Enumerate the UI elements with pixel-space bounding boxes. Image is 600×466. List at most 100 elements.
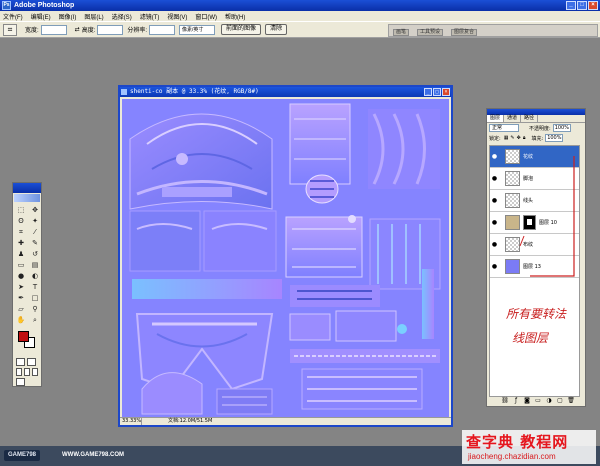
gradient-tool-icon[interactable]: ▤ [29, 260, 41, 270]
crop-tool-icon[interactable]: ⌗ [15, 227, 27, 237]
fill-field[interactable]: 100% [545, 134, 564, 142]
color-picker [15, 331, 39, 353]
watermark-title: 查字典 教程网 [466, 433, 569, 451]
annotation-line-1: 所有要转法 [506, 307, 567, 321]
maximize-icon[interactable]: □ [577, 1, 587, 10]
quickmask-mode-icon[interactable] [27, 358, 36, 366]
tab-layers[interactable]: 图层 [487, 115, 505, 122]
link-layers-icon[interactable]: ⛓ [501, 397, 509, 405]
annotation-line-2: 线图层 [512, 331, 549, 345]
well-tab-brushes[interactable]: 画笔 [393, 29, 410, 36]
type-tool-icon[interactable]: T [29, 282, 41, 292]
site-url: WWW.GAME798.COM [62, 452, 125, 458]
clear-button[interactable]: 清除 [265, 24, 288, 35]
handwritten-annotation: 所有要转法 线图层 [506, 156, 575, 345]
menu-window[interactable]: 窗口(W) [195, 12, 217, 21]
normal-map-image [122, 99, 449, 420]
document-status-bar: 33.33% 文档:12.0M/51.5M [120, 417, 451, 425]
lock-all-icon[interactable]: 🔒︎ [523, 135, 526, 141]
blend-mode-select[interactable]: 正常 [489, 124, 519, 132]
layer-list: ● 花纹 ● 脚泡 ● 线头 ● 图层 10 ● 布纹 ● 图层 13 所有要转… [489, 145, 580, 397]
screen-mode-full-menu-icon[interactable] [24, 368, 30, 376]
layers-palette: 图层 通道 路径 正常 不透明度: 100% 锁定: ▦ ✎ ✥ 🔒︎ 填充: … [486, 108, 586, 407]
toolbox-titlebar[interactable] [13, 183, 41, 193]
doc-maximize-icon[interactable]: □ [433, 88, 441, 96]
height-label: 高度: [81, 28, 96, 34]
jump-to-imageready-icon[interactable] [16, 378, 25, 386]
opacity-field[interactable]: 100% [552, 124, 571, 132]
fill-label: 填充: [531, 135, 544, 142]
height-field[interactable] [97, 24, 124, 35]
tab-paths[interactable]: 路径 [521, 115, 539, 122]
document-icon [121, 89, 127, 95]
foreground-color-swatch[interactable] [18, 331, 29, 342]
minimize-icon[interactable]: _ [566, 1, 576, 10]
marquee-tool-icon[interactable]: ⬚ [15, 205, 27, 215]
lasso-tool-icon[interactable]: ʘ [15, 216, 27, 226]
add-mask-icon[interactable]: ◙ [523, 397, 531, 405]
zoom-tool-icon[interactable]: ⌕ [29, 315, 41, 325]
tab-channels[interactable]: 通道 [504, 115, 522, 122]
pen-tool-icon[interactable]: ✒ [15, 293, 27, 303]
blur-tool-icon[interactable]: ● [15, 271, 27, 281]
quickmask-modes [13, 357, 41, 367]
app-title: Adobe Photoshop [14, 2, 75, 9]
doc-minimize-icon[interactable]: _ [424, 88, 432, 96]
swap-icon[interactable]: ⇄ [75, 26, 80, 33]
path-select-icon[interactable]: ➤ [15, 282, 27, 292]
width-field[interactable] [40, 24, 67, 35]
image-canvas[interactable] [122, 99, 449, 420]
move-tool-icon[interactable]: ✥ [29, 205, 41, 215]
menu-file[interactable]: 文件(F) [3, 12, 23, 21]
shape-tool-icon[interactable]: □ [29, 293, 41, 303]
menu-help[interactable]: 帮助(H) [225, 12, 245, 21]
menu-layer[interactable]: 图层(L) [84, 12, 103, 21]
screen-mode-full-icon[interactable] [32, 368, 38, 376]
menu-view[interactable]: 视图(V) [167, 12, 187, 21]
menu-select[interactable]: 选择(S) [112, 12, 132, 21]
dodge-tool-icon[interactable]: ◐ [29, 271, 41, 281]
brush-tool-icon[interactable]: ✎ [29, 238, 41, 248]
magic-wand-tool-icon[interactable]: ✦ [29, 216, 41, 226]
crop-tool-icon[interactable]: ⌗ [3, 23, 17, 36]
document-window-controls: _ □ × [424, 88, 450, 96]
toolbox-logo[interactable] [14, 194, 40, 202]
document-title-bar[interactable]: shenti-co 副本 @ 33.3% (花纹, RGB/8#) _ □ × [120, 87, 451, 97]
layer-style-icon[interactable]: ƒ [512, 397, 520, 405]
close-icon[interactable]: × [588, 1, 598, 10]
menu-filter[interactable]: 滤镜(T) [140, 12, 160, 21]
menu-edit[interactable]: 编辑(E) [31, 12, 51, 21]
doc-close-icon[interactable]: × [442, 88, 450, 96]
screen-mode-standard-icon[interactable] [16, 368, 22, 376]
new-layer-icon[interactable]: ▢ [556, 397, 564, 405]
eyedropper-tool-icon[interactable]: ⚲ [29, 304, 41, 314]
new-set-icon[interactable]: ▭ [534, 397, 542, 405]
notes-tool-icon[interactable]: ▱ [15, 304, 27, 314]
menu-image[interactable]: 图像(I) [59, 12, 77, 21]
menu-bar: 文件(F) 编辑(E) 图像(I) 图层(L) 选择(S) 滤镜(T) 视图(V… [0, 11, 600, 21]
stamp-tool-icon[interactable]: ♟ [15, 249, 27, 259]
width-label: 宽度: [25, 28, 39, 34]
history-brush-icon[interactable]: ↺ [29, 249, 41, 259]
resolution-label: 分辨率: [127, 28, 148, 34]
well-tab-layer-comps[interactable]: 图层复合 [451, 29, 478, 36]
well-tab-tool-presets[interactable]: 工具预设 [417, 29, 444, 36]
lock-image-icon[interactable]: ✎ [510, 135, 514, 141]
delete-layer-icon[interactable]: 🗑︎ [567, 397, 575, 405]
unit-select[interactable]: 像素/英寸 [179, 24, 216, 35]
lock-position-icon[interactable]: ✥ [517, 135, 521, 141]
slice-tool-icon[interactable]: ⁄ [29, 227, 41, 237]
resolution-field[interactable] [149, 24, 176, 35]
standard-mode-icon[interactable] [16, 358, 25, 366]
layers-palette-tabs: 图层 通道 路径 [487, 115, 585, 123]
eraser-tool-icon[interactable]: ▭ [15, 260, 27, 270]
lock-label: 锁定: [489, 135, 501, 142]
zoom-level[interactable]: 33.33% [120, 418, 142, 425]
healing-brush-icon[interactable]: ✚ [15, 238, 27, 248]
front-image-button[interactable]: 前面的图像 [221, 24, 262, 35]
palette-well: 画笔 工具预设 图层复合 [388, 24, 598, 37]
app-title-bar: Ps Adobe Photoshop _ □ × [0, 0, 600, 11]
hand-tool-icon[interactable]: ✋ [15, 315, 27, 325]
lock-transparency-icon[interactable]: ▦ [504, 135, 509, 141]
adjustment-layer-icon[interactable]: ◑ [545, 397, 553, 405]
